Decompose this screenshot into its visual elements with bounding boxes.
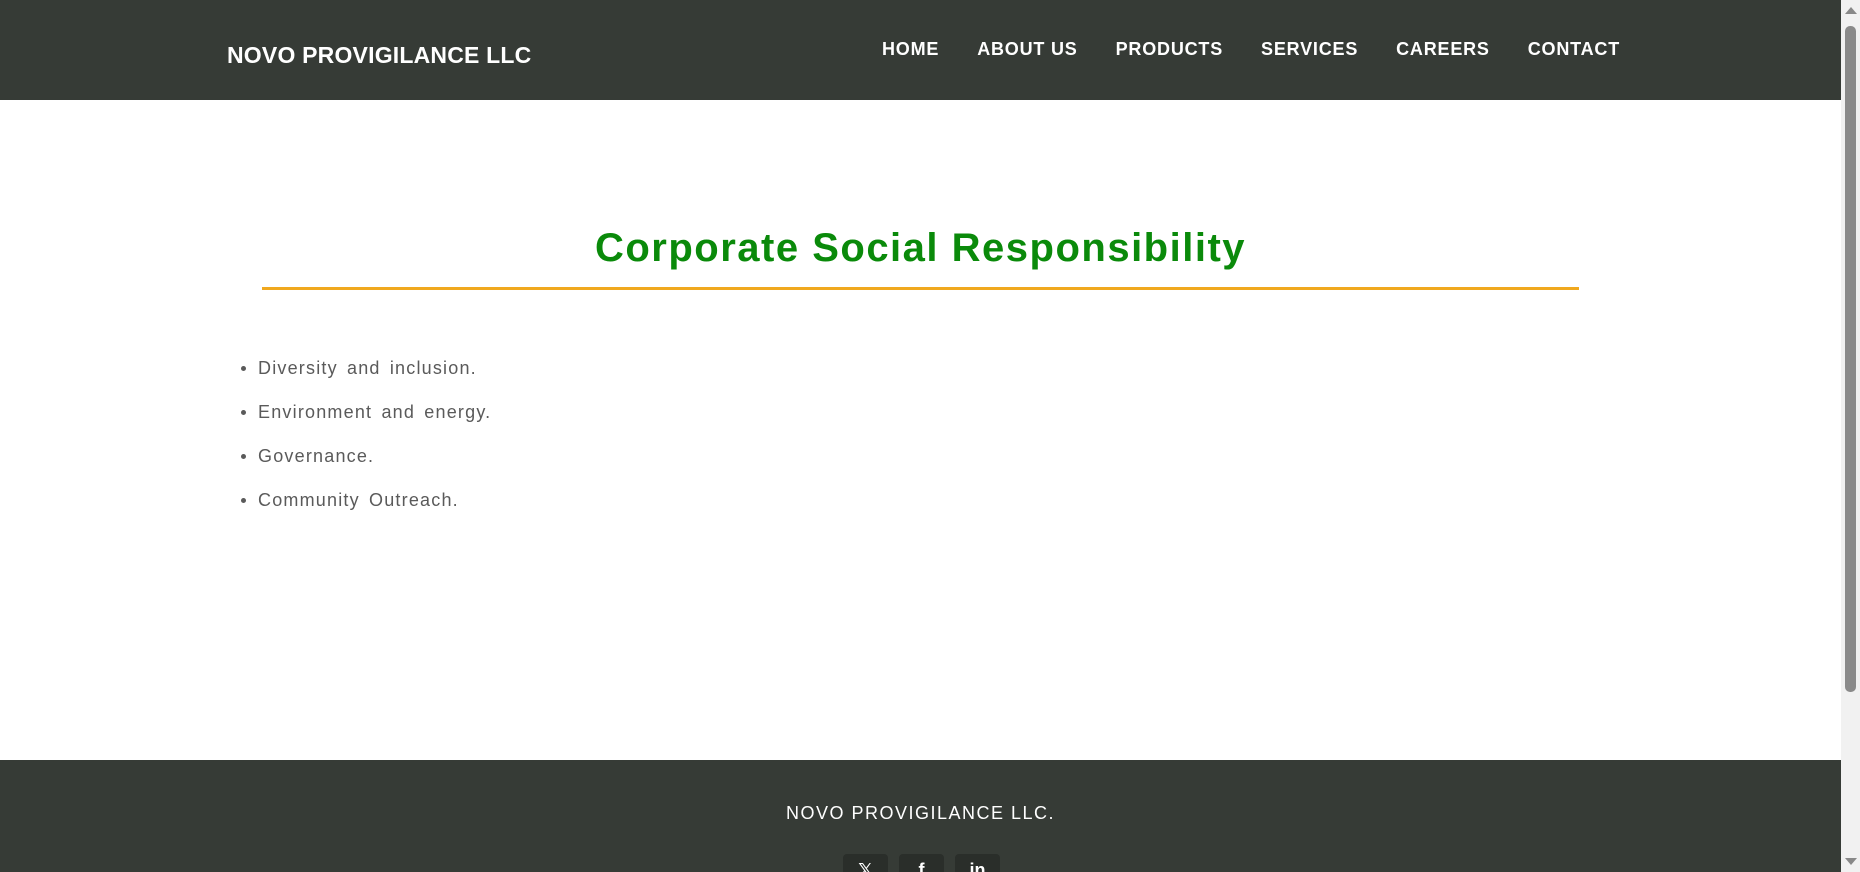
linkedin-icon: in: [969, 860, 986, 872]
nav-item-careers: CAREERS: [1396, 39, 1490, 60]
title-divider: [262, 287, 1579, 290]
scrollbar-thumb[interactable]: [1845, 26, 1856, 692]
nav-link-home[interactable]: HOME: [882, 39, 939, 60]
nav-item-services: SERVICES: [1261, 39, 1358, 60]
nav-link-about-us[interactable]: ABOUT US: [977, 39, 1077, 60]
site-footer: NOVO PROVIGILANCE LLC. 𝕏 f in: [0, 760, 1841, 872]
main-nav: HOME ABOUT US PRODUCTS SERVICES CAREERS …: [882, 39, 1620, 60]
bullet-icon: [241, 410, 246, 415]
footer-company-name: NOVO PROVIGILANCE LLC.: [785, 803, 1056, 823]
page-title: Corporate Social Responsibility: [594, 226, 1247, 270]
x-social-link[interactable]: 𝕏: [843, 854, 888, 872]
linkedin-social-link[interactable]: in: [955, 854, 1000, 872]
list-item: Community Outreach.: [240, 489, 491, 533]
scroll-up-arrow-icon[interactable]: [1845, 7, 1857, 14]
nav-item-products: PRODUCTS: [1116, 39, 1223, 60]
bullet-icon: [241, 366, 246, 371]
nav-link-services[interactable]: SERVICES: [1261, 39, 1358, 60]
page: NOVO PROVIGILANCE LLC HOME ABOUT US PROD…: [0, 0, 1860, 872]
list-item-text: Community Outreach.: [258, 490, 459, 510]
list-item: Environment and energy.: [240, 401, 491, 445]
site-header: NOVO PROVIGILANCE LLC HOME ABOUT US PROD…: [0, 0, 1841, 100]
nav-link-careers[interactable]: CAREERS: [1396, 39, 1490, 60]
nav-item-about-us: ABOUT US: [977, 39, 1077, 60]
x-icon: 𝕏: [858, 860, 873, 872]
csr-list: Diversity and inclusion. Environment and…: [240, 357, 491, 533]
nav-link-products[interactable]: PRODUCTS: [1116, 39, 1223, 60]
scroll-down-arrow-icon[interactable]: [1845, 858, 1857, 865]
social-links: 𝕏 f in: [843, 854, 1000, 872]
nav-item-home: HOME: [882, 39, 939, 60]
nav-link-contact[interactable]: CONTACT: [1528, 39, 1620, 60]
list-item: Diversity and inclusion.: [240, 357, 491, 401]
facebook-icon: f: [918, 860, 925, 872]
vertical-scrollbar[interactable]: [1841, 0, 1860, 872]
facebook-social-link[interactable]: f: [899, 854, 944, 872]
list-item: Governance.: [240, 445, 491, 489]
list-item-text: Environment and energy.: [258, 402, 492, 422]
brand-logo-link[interactable]: NOVO PROVIGILANCE LLC: [227, 42, 532, 69]
bullet-icon: [241, 454, 246, 459]
list-item-text: Diversity and inclusion.: [258, 358, 477, 378]
nav-item-contact: CONTACT: [1528, 39, 1620, 60]
bullet-icon: [241, 498, 246, 503]
list-item-text: Governance.: [258, 446, 375, 466]
